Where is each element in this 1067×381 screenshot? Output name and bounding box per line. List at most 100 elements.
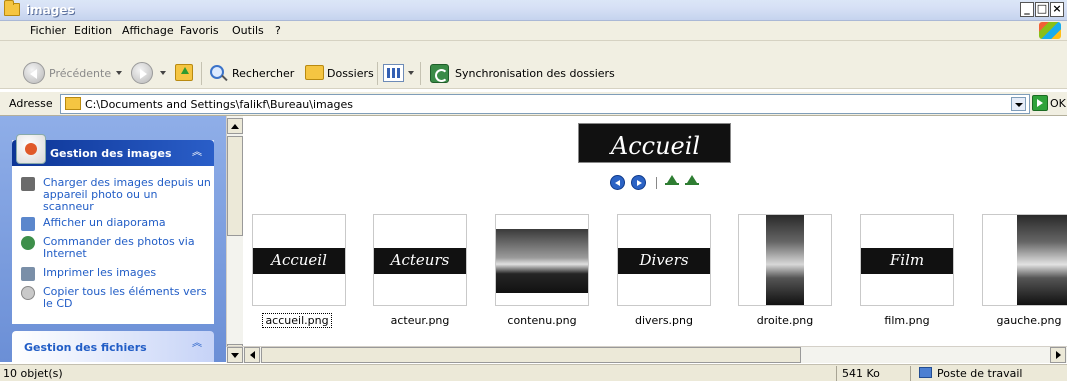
- forward-dropdown-icon[interactable]: [160, 71, 166, 75]
- menu-outils[interactable]: Outils: [232, 24, 264, 37]
- thumbnail-acteur[interactable]: Acteurs: [373, 214, 467, 306]
- file-tasks-title: Gestion des fichiers: [24, 341, 147, 354]
- folders-icon[interactable]: [305, 65, 324, 80]
- slideshow-icon: [21, 217, 35, 231]
- go-button[interactable]: OK: [1050, 97, 1066, 110]
- toolbar-separator: [201, 62, 202, 85]
- toolbar-separator: [377, 62, 378, 85]
- task-pane: Gestion des images ︽ Charger des images …: [0, 116, 226, 362]
- preview-separator: [656, 177, 657, 189]
- preview-text: Accueil: [610, 132, 701, 160]
- rotate-left-icon[interactable]: [665, 175, 679, 185]
- file-name[interactable]: accueil.png: [242, 313, 352, 328]
- thumbnail-band: Acteurs: [374, 248, 466, 274]
- folder-up-icon[interactable]: [175, 64, 193, 81]
- object-count: 10 objet(s): [3, 367, 63, 380]
- thumbnail-divers[interactable]: Divers: [617, 214, 711, 306]
- thumbnail-image: [1017, 215, 1067, 305]
- file-name[interactable]: acteur.png: [365, 314, 475, 327]
- file-name[interactable]: droite.png: [730, 314, 840, 327]
- order-photos-icon: [21, 236, 35, 250]
- task-label[interactable]: Afficher un diaporama: [43, 217, 211, 229]
- back-icon[interactable]: [23, 62, 45, 84]
- folders-button[interactable]: Dossiers: [327, 58, 374, 89]
- scroll-left-icon[interactable]: [244, 347, 260, 363]
- maximize-button[interactable]: □: [1035, 2, 1049, 17]
- task-label[interactable]: Imprimer les images: [43, 267, 211, 279]
- menu-edition[interactable]: Edition: [74, 24, 112, 37]
- image-tasks-header[interactable]: Gestion des images ︽: [12, 134, 214, 166]
- previous-image-icon[interactable]: [610, 175, 625, 190]
- search-icon[interactable]: [210, 65, 224, 79]
- minimize-button[interactable]: _: [1020, 2, 1034, 17]
- next-image-icon[interactable]: [631, 175, 646, 190]
- image-tasks-title: Gestion des images: [50, 147, 172, 160]
- task-print[interactable]: Imprimer les images: [21, 267, 211, 281]
- computer-icon: [919, 367, 932, 378]
- horizontal-scrollbar[interactable]: [226, 346, 1067, 363]
- file-tasks-header[interactable]: Gestion des fichiers ︽: [12, 331, 214, 362]
- collapse-chevron-icon[interactable]: ︽: [190, 337, 204, 351]
- menu-bar: Fichier Edition Affichage Favoris Outils…: [0, 21, 1067, 41]
- toolbar-separator: [420, 62, 421, 85]
- sync-button[interactable]: Synchronisation des dossiers: [455, 58, 615, 89]
- views-icon[interactable]: [383, 64, 404, 82]
- cd-icon: [21, 286, 35, 300]
- task-load-images[interactable]: Charger des images depuis un appareil ph…: [21, 177, 211, 213]
- window-title: images: [26, 3, 75, 17]
- task-order-photos[interactable]: Commander des photos via Internet: [21, 236, 211, 260]
- thumbnail-droite[interactable]: [738, 214, 832, 306]
- task-copy-cd[interactable]: Copier tous les éléments vers le CD: [21, 286, 211, 310]
- filmstrip-view: Accueil Accueil accueil.png Acteurs acte…: [243, 116, 1067, 346]
- windows-logo-icon: [1039, 22, 1061, 39]
- menu-favoris[interactable]: Favoris: [180, 24, 219, 37]
- task-label[interactable]: Charger des images depuis un appareil ph…: [43, 177, 211, 213]
- scroll-thumb[interactable]: [261, 347, 801, 363]
- menu-help[interactable]: ?: [275, 24, 281, 37]
- menu-fichier[interactable]: Fichier: [30, 24, 66, 37]
- image-tasks-panel: Gestion des images ︽ Charger des images …: [12, 134, 214, 324]
- address-path[interactable]: C:\Documents and Settings\falikf\Bureau\…: [85, 98, 353, 111]
- printer-icon: [21, 267, 35, 281]
- camera-icon: [21, 177, 35, 191]
- scroll-thumb[interactable]: [227, 136, 243, 236]
- menu-affichage[interactable]: Affichage: [122, 24, 174, 37]
- image-tasks-icon: [16, 134, 46, 164]
- address-label: Adresse: [9, 97, 53, 110]
- thumbnail-text: Film: [889, 251, 925, 269]
- rotate-right-icon[interactable]: [685, 175, 699, 185]
- address-field[interactable]: C:\Documents and Settings\falikf\Bureau\…: [60, 94, 1030, 114]
- scroll-up-icon[interactable]: [227, 118, 243, 134]
- thumbnail-accueil[interactable]: Accueil: [252, 214, 346, 306]
- file-name[interactable]: film.png: [852, 314, 962, 327]
- image-preview: Accueil: [578, 123, 731, 163]
- title-bar: images _ □ ×: [0, 0, 1067, 21]
- thumbnail-gauche[interactable]: [982, 214, 1067, 306]
- collapse-chevron-icon[interactable]: ︽: [190, 146, 204, 160]
- task-label[interactable]: Copier tous les éléments vers le CD: [43, 286, 211, 310]
- scroll-down-icon[interactable]: [227, 347, 243, 363]
- forward-icon[interactable]: [131, 62, 153, 84]
- task-label[interactable]: Commander des photos via Internet: [43, 236, 211, 260]
- taskpane-scrollbar[interactable]: [226, 116, 243, 362]
- thumbnail-film[interactable]: Film: [860, 214, 954, 306]
- status-divider: [836, 366, 837, 381]
- search-button[interactable]: Rechercher: [232, 58, 294, 89]
- task-slideshow[interactable]: Afficher un diaporama: [21, 217, 211, 231]
- address-dropdown-icon[interactable]: [1011, 97, 1026, 111]
- back-button-label[interactable]: Précédente: [49, 58, 111, 89]
- sync-icon[interactable]: [430, 64, 449, 83]
- file-name[interactable]: contenu.png: [487, 314, 597, 327]
- thumbnail-contenu[interactable]: [495, 214, 589, 306]
- close-button[interactable]: ×: [1050, 2, 1064, 17]
- thumbnail-image: [496, 229, 588, 293]
- back-dropdown-icon[interactable]: [116, 71, 122, 75]
- views-dropdown-icon[interactable]: [408, 71, 414, 75]
- toolbar: Précédente Rechercher Dossiers Synchroni…: [0, 58, 1067, 89]
- file-name[interactable]: divers.png: [609, 314, 719, 327]
- go-arrow-icon[interactable]: [1032, 95, 1048, 111]
- file-name-text[interactable]: accueil.png: [262, 313, 332, 328]
- thumbnail-band: Divers: [618, 248, 710, 274]
- scroll-right-icon[interactable]: [1050, 347, 1066, 363]
- file-name[interactable]: gauche.png: [974, 314, 1067, 327]
